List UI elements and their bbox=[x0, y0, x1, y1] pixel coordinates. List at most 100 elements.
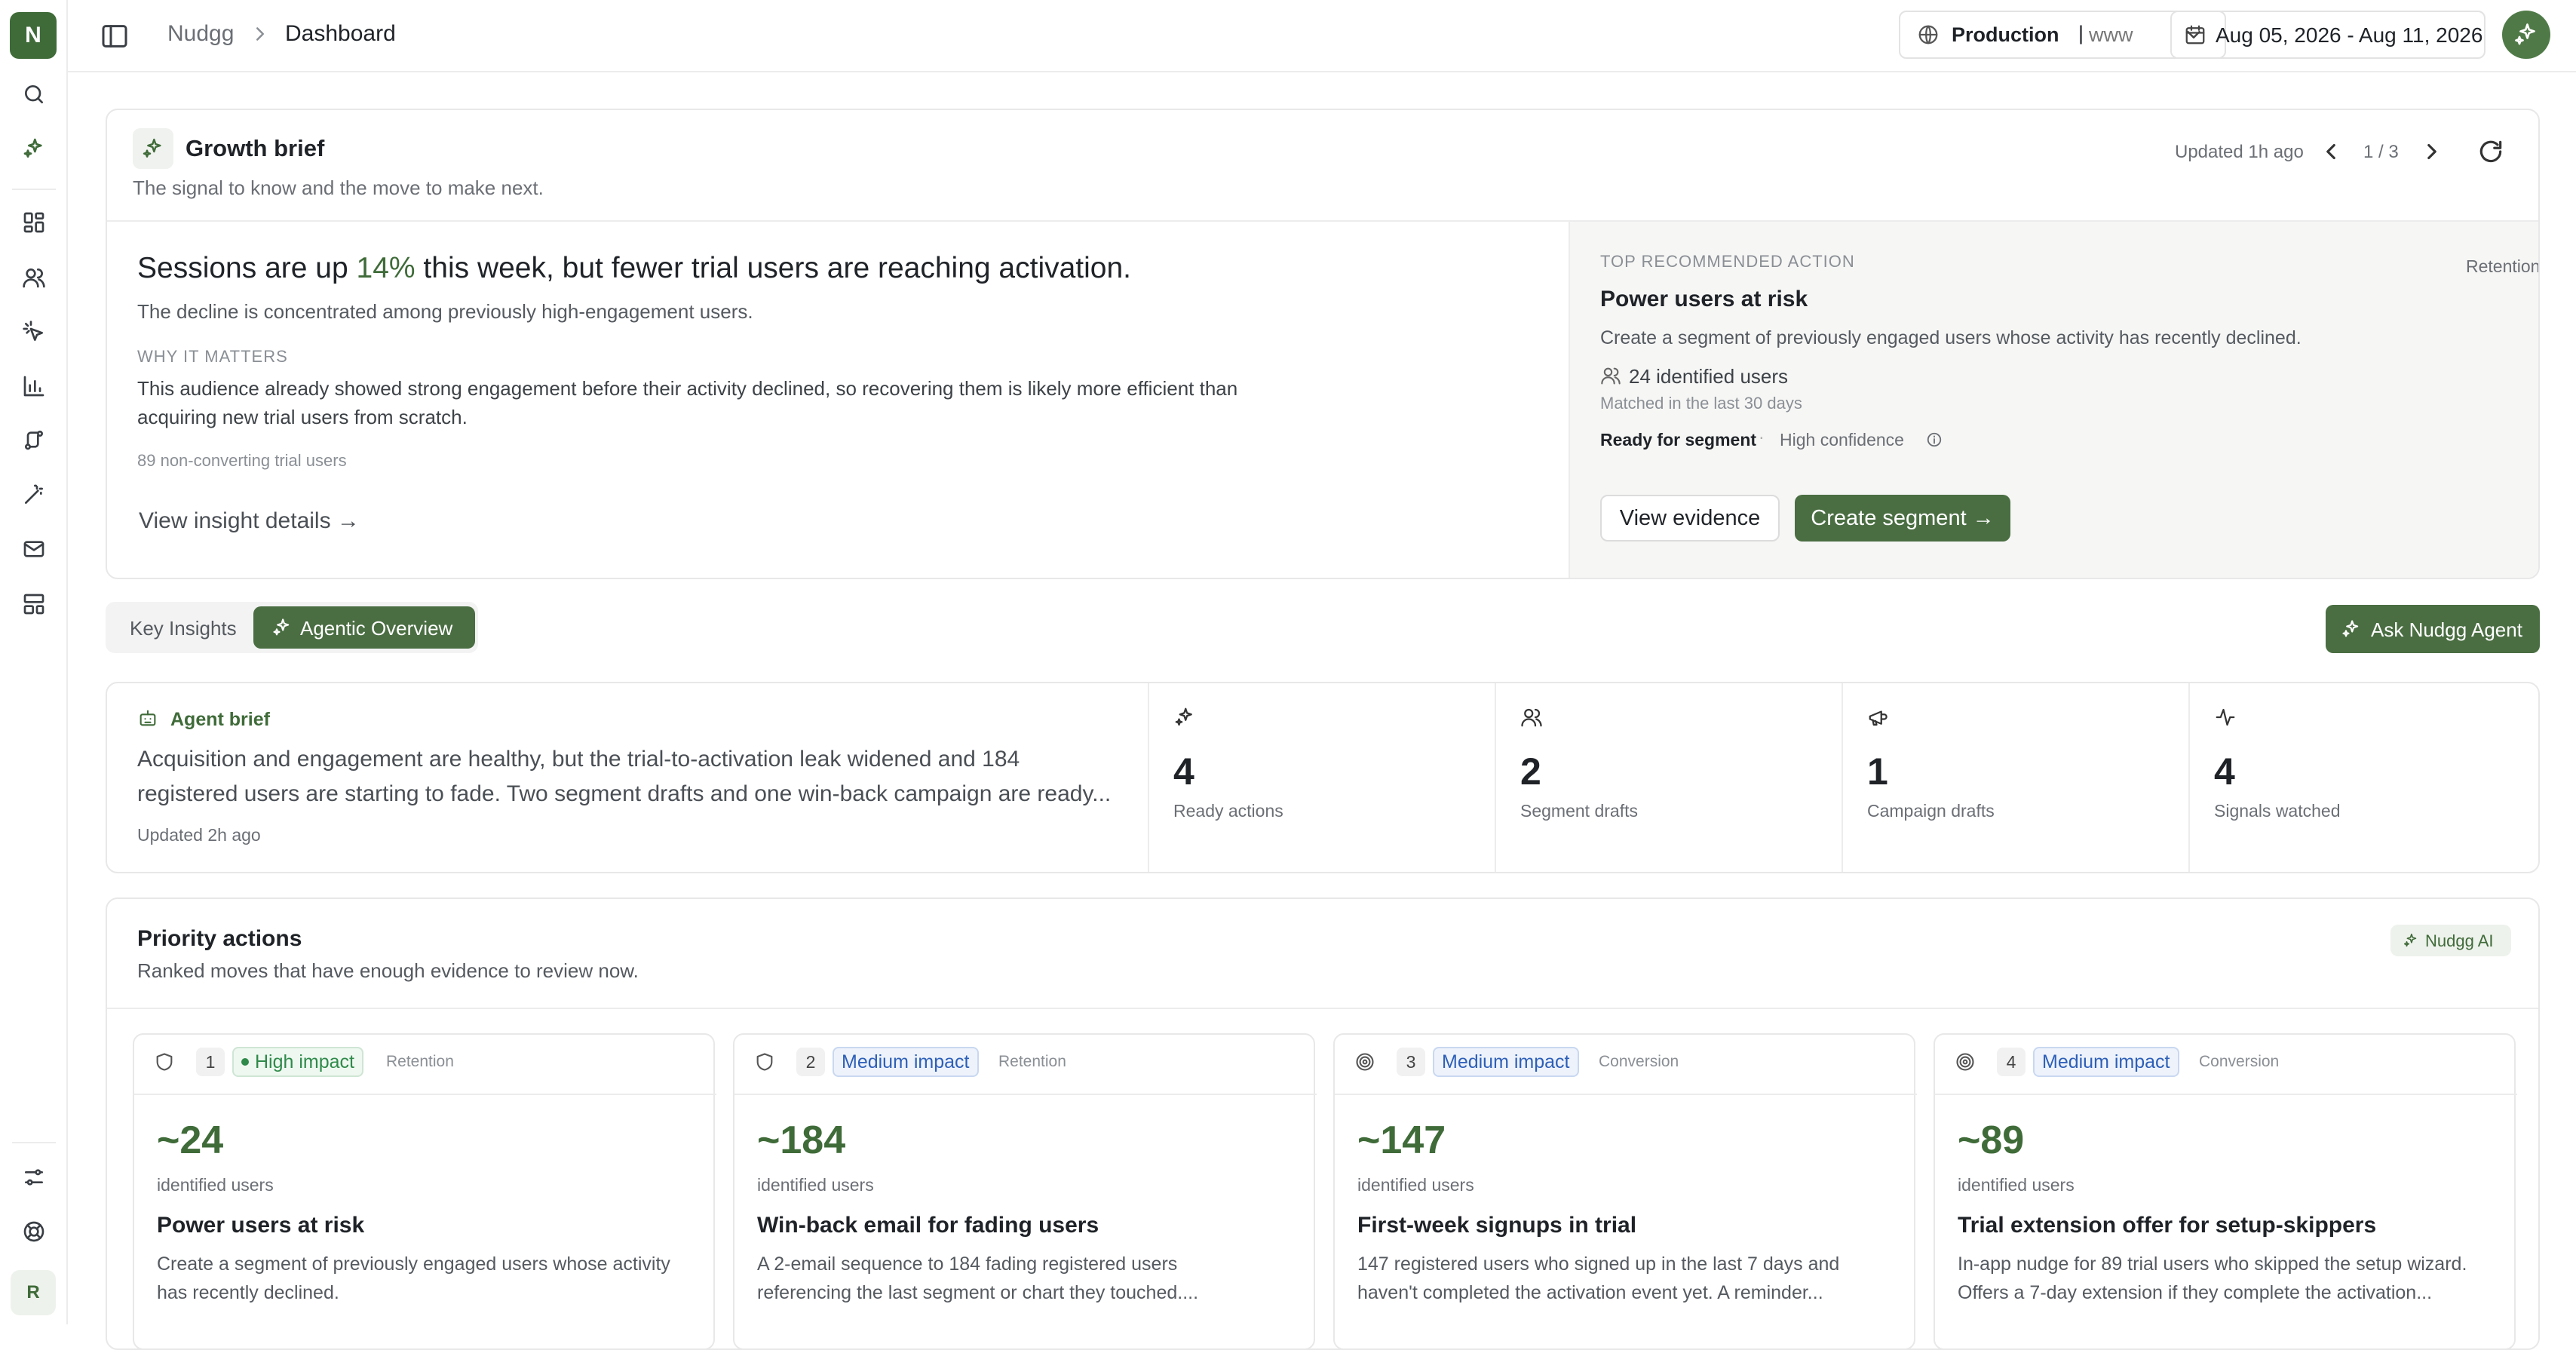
users-icon bbox=[1601, 367, 1621, 385]
action-card[interactable]: 4 Medium impact Conversion ~89 identifie… bbox=[1934, 1033, 2517, 1348]
rank-badge: 2 bbox=[796, 1048, 825, 1076]
growth-brief-subtitle: The signal to know and the move to make … bbox=[133, 176, 544, 199]
target-icon bbox=[1956, 1053, 1974, 1071]
ask-agent-label: Ask Nudgg Agent bbox=[2371, 618, 2522, 641]
view-tabs: Key Insights Agentic Overview bbox=[106, 602, 478, 653]
metric-value: ~147 bbox=[1357, 1118, 1446, 1162]
action-desc-1: 147 registered users who signed up in th… bbox=[1357, 1253, 1840, 1275]
globe-icon bbox=[1918, 25, 1938, 44]
category-label: Conversion bbox=[2199, 1053, 2280, 1070]
tab-agentic-overview[interactable]: Agentic Overview bbox=[253, 606, 475, 649]
sparkle-icon bbox=[2403, 933, 2417, 947]
view-insight-details-link[interactable]: View insight details → bbox=[139, 508, 360, 534]
date-range-text: Aug 05, 2026 - Aug 11, 2026 bbox=[2216, 23, 2483, 47]
divider bbox=[2188, 683, 2190, 872]
help-icon[interactable] bbox=[20, 1218, 48, 1245]
sparkle-icon bbox=[2342, 620, 2359, 637]
rank-badge: 3 bbox=[1397, 1048, 1425, 1076]
chevron-right-icon bbox=[249, 23, 271, 45]
action-desc-2: haven't completed the activation event y… bbox=[1357, 1282, 1823, 1303]
date-range-picker[interactable]: Aug 05, 2026 - Aug 11, 2026 bbox=[2170, 11, 2486, 59]
action-card[interactable]: 2 Medium impact Retention ~184 identifie… bbox=[733, 1033, 1317, 1348]
agent-brief-card: Agent brief Acquisition and engagement a… bbox=[106, 682, 2540, 873]
action-desc-2: Offers a 7-day extension if they complet… bbox=[1958, 1282, 2433, 1303]
recommended-description: Create a segment of previously engaged u… bbox=[1600, 327, 2302, 348]
action-card[interactable]: 3 Medium impact Conversion ~147 identifi… bbox=[1333, 1033, 1917, 1348]
target-icon bbox=[1356, 1053, 1374, 1071]
sparkle-icon bbox=[143, 138, 161, 158]
shield-icon bbox=[156, 1053, 173, 1071]
sparkle-icon[interactable] bbox=[20, 135, 48, 162]
refresh-icon[interactable] bbox=[2476, 137, 2505, 166]
insight-footnote: 89 non-converting trial users bbox=[137, 451, 347, 470]
stat-signals-watched[interactable]: 4 Signals watched bbox=[2214, 683, 2531, 872]
stat-segment-drafts[interactable]: 2 Segment drafts bbox=[1520, 683, 1837, 872]
click-icon[interactable] bbox=[20, 318, 48, 345]
rail-divider bbox=[12, 1142, 56, 1143]
stat-ready-actions[interactable]: 4 Ready actions bbox=[1173, 683, 1490, 872]
sidebar-toggle-icon[interactable] bbox=[100, 21, 130, 51]
metric-value: ~184 bbox=[757, 1118, 846, 1162]
layout-icon[interactable] bbox=[20, 591, 48, 618]
robot-icon bbox=[140, 710, 156, 726]
action-desc-2: referencing the last segment or chart th… bbox=[757, 1282, 1199, 1303]
divider bbox=[1842, 683, 1843, 872]
site-name: www bbox=[2089, 23, 2133, 46]
stat-label: Campaign drafts bbox=[1867, 801, 1995, 821]
ask-agent-button[interactable]: Ask Nudgg Agent bbox=[2326, 605, 2540, 653]
settings-sliders-icon[interactable] bbox=[20, 1164, 48, 1191]
divider bbox=[1148, 683, 1149, 872]
info-icon[interactable] bbox=[1926, 431, 1943, 448]
impact-badge: Medium impact bbox=[2033, 1047, 2179, 1077]
flow-icon[interactable] bbox=[20, 426, 48, 453]
wand-icon[interactable] bbox=[20, 481, 48, 508]
app-logo[interactable]: N bbox=[10, 12, 57, 59]
action-desc-1: In-app nudge for 89 trial users who skip… bbox=[1958, 1253, 2467, 1275]
dashboard-icon[interactable] bbox=[20, 209, 48, 236]
action-desc-1: A 2-email sequence to 184 fading registe… bbox=[757, 1253, 1178, 1275]
divider bbox=[134, 1094, 716, 1095]
user-avatar[interactable]: R bbox=[11, 1270, 56, 1315]
impact-badge: High impact bbox=[232, 1047, 363, 1077]
identified-users: 24 identified users bbox=[1629, 365, 1789, 388]
mail-icon[interactable] bbox=[20, 535, 48, 563]
metric-unit: identified users bbox=[1357, 1175, 1474, 1195]
users-icon[interactable] bbox=[20, 264, 48, 291]
agent-brief-line-2: registered users are starting to fade. T… bbox=[137, 781, 1112, 806]
metric-value: ~89 bbox=[1958, 1118, 2025, 1162]
priority-actions-card: Priority actions Ranked moves that have … bbox=[106, 897, 2540, 1350]
impact-badge: Medium impact bbox=[833, 1047, 979, 1077]
breadcrumb-root[interactable]: Nudgg bbox=[167, 21, 234, 47]
sparkle-icon bbox=[2515, 23, 2535, 45]
action-card[interactable]: 1 High impact Retention ~24 identified u… bbox=[133, 1033, 716, 1348]
updated-time: Updated 1h ago bbox=[2175, 142, 2304, 162]
pulse-icon bbox=[2216, 708, 2235, 726]
tab-key-insights[interactable]: Key Insights bbox=[130, 617, 237, 640]
segment-status: Ready for segment bbox=[1600, 430, 1757, 449]
priority-subtitle: Ranked moves that have enough evidence t… bbox=[137, 959, 639, 982]
search-icon[interactable] bbox=[20, 81, 48, 108]
stat-label: Segment drafts bbox=[1520, 801, 1638, 821]
environment-name: Production bbox=[1952, 23, 2059, 46]
stat-label: Signals watched bbox=[2214, 801, 2341, 821]
chart-icon[interactable] bbox=[20, 373, 48, 400]
metric-unit: identified users bbox=[1958, 1175, 2075, 1195]
priority-title: Priority actions bbox=[137, 926, 302, 951]
create-segment-button[interactable]: Create segment → bbox=[1795, 495, 2010, 542]
stat-campaign-drafts[interactable]: 1 Campaign drafts bbox=[1867, 683, 2184, 872]
env-separator: | bbox=[2078, 22, 2084, 44]
recommended-label: TOP RECOMMENDED ACTION bbox=[1600, 252, 1855, 271]
action-title: Win-back email for fading users bbox=[757, 1213, 1099, 1238]
why-label: WHY IT MATTERS bbox=[137, 347, 288, 366]
action-desc-2: has recently declined. bbox=[157, 1282, 339, 1303]
divider bbox=[734, 1094, 1317, 1095]
ai-avatar[interactable] bbox=[2502, 11, 2550, 59]
matched-text: Matched in the last 30 days bbox=[1600, 394, 1802, 413]
divider bbox=[1935, 1094, 2517, 1095]
agent-brief-updated: Updated 2h ago bbox=[137, 825, 261, 845]
next-icon[interactable] bbox=[2419, 139, 2445, 164]
rank-badge: 4 bbox=[1997, 1048, 2026, 1076]
category-label: Retention bbox=[998, 1053, 1066, 1070]
prev-icon[interactable] bbox=[2318, 139, 2344, 164]
view-evidence-button[interactable]: View evidence bbox=[1600, 495, 1780, 542]
